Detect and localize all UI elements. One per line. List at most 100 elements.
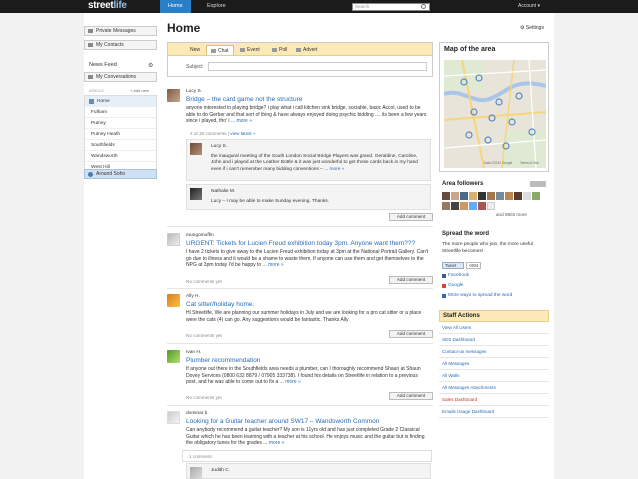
area-item-putney-heath[interactable]: Putney Heath: [85, 129, 156, 140]
more-link[interactable]: more »: [236, 118, 252, 124]
avatar[interactable]: [167, 294, 180, 307]
follower-avatar[interactable]: [496, 192, 504, 200]
view-latest-link[interactable]: view latest »: [230, 131, 255, 136]
area-item-southfields[interactable]: Southfields: [85, 140, 156, 151]
staff-ses-dashboard[interactable]: SES Dashboard: [439, 334, 549, 346]
tab-advert[interactable]: Advert: [292, 45, 321, 55]
area-item-wandsworth[interactable]: Wandsworth: [85, 151, 156, 162]
avatar[interactable]: [190, 467, 202, 479]
post-author[interactable]: Ivan H.: [186, 350, 201, 355]
follower-avatar[interactable]: [487, 192, 495, 200]
google-link[interactable]: Google: [442, 283, 463, 288]
avatar[interactable]: [190, 188, 202, 200]
spread-title: Spread the word: [442, 231, 490, 237]
follower-avatar[interactable]: [460, 202, 468, 210]
staff-contact-us-messages[interactable]: Contact-us messages: [439, 346, 549, 358]
follower-avatar[interactable]: [478, 192, 486, 200]
post-author[interactable]: Ally H.: [186, 294, 200, 299]
area-map[interactable]: Data ©2012 Google Terms of Use: [444, 60, 546, 168]
comment: Judith C.: [186, 463, 431, 479]
avatar[interactable]: [167, 89, 180, 102]
staff-view-all-users[interactable]: View All Users: [439, 322, 549, 334]
more-link[interactable]: more »: [285, 379, 301, 385]
more-followers-link[interactable]: and 5902 more: [496, 212, 527, 217]
contacts-icon: [88, 43, 93, 47]
follower-avatar[interactable]: [451, 192, 459, 200]
tab-event[interactable]: Event: [236, 45, 264, 55]
post-author[interactable]: Lucy S.: [186, 89, 202, 94]
comments-info: 2 of 39 comments | view latest »: [190, 131, 256, 136]
search-icon[interactable]: [421, 4, 426, 9]
account-menu[interactable]: Account ▾: [518, 0, 540, 13]
post-title[interactable]: URGENT: Tickets for Lucien Freud exhibit…: [186, 240, 415, 247]
post-title[interactable]: Plumber recommendation: [186, 357, 260, 364]
comment-author[interactable]: Judith C.: [211, 468, 230, 473]
map-attribution: Data ©2012 Google: [484, 161, 512, 165]
staff-all-messages-attachments[interactable]: All Messages Attachments: [439, 382, 549, 394]
private-messages-button[interactable]: Private Messages: [84, 26, 157, 36]
facebook-link[interactable]: Facebook: [442, 273, 469, 278]
avatar[interactable]: [167, 411, 180, 424]
around-soho-button[interactable]: Around Soho: [84, 169, 157, 179]
area-item-fulham[interactable]: Fulham: [85, 107, 156, 118]
compose-box: New Chat Event Poll Advert Subject: [167, 42, 433, 77]
follower-avatar[interactable]: [505, 192, 513, 200]
follower-avatar[interactable]: [487, 202, 495, 210]
tab-poll[interactable]: Poll: [268, 45, 291, 55]
tab-new[interactable]: New: [186, 45, 204, 55]
follower-avatar[interactable]: [532, 192, 540, 200]
comment-author[interactable]: Lucy S.: [211, 144, 227, 149]
post-author[interactable]: dominar b.: [186, 411, 209, 416]
follower-avatar[interactable]: [478, 202, 486, 210]
streetlife-logo[interactable]: streetlife: [88, 0, 127, 11]
more-ways-link[interactable]: More ways to spread the word: [442, 293, 512, 298]
my-contacts-button[interactable]: My Contacts: [84, 40, 157, 50]
avatar[interactable]: [167, 350, 180, 363]
add-comment-button[interactable]: Add comment: [389, 276, 433, 284]
avatar[interactable]: [167, 233, 180, 246]
more-link[interactable]: more »: [268, 262, 284, 268]
my-conversations-button[interactable]: My Conversations: [84, 72, 157, 82]
follower-avatar[interactable]: [442, 202, 450, 210]
nav-tab-explore[interactable]: Explore: [199, 0, 234, 13]
areas-label: AREAS: [89, 88, 105, 93]
post-title[interactable]: Cat sitter/holiday home.: [186, 301, 254, 308]
tab-chat[interactable]: Chat: [206, 45, 234, 55]
follower-avatar[interactable]: [469, 192, 477, 200]
more-link[interactable]: more »: [330, 167, 345, 172]
area-item-home[interactable]: Home: [85, 96, 156, 107]
add-comment-button[interactable]: Add comment: [389, 330, 433, 338]
post-title[interactable]: Bridge – the card game not the structure: [186, 96, 302, 103]
follower-avatar[interactable]: [469, 202, 477, 210]
post-title[interactable]: Looking for a Guitar teacher around SW17…: [186, 418, 379, 425]
area-item-putney[interactable]: Putney: [85, 118, 156, 129]
staff-all-walls[interactable]: All Walls: [439, 370, 549, 382]
settings-link[interactable]: ⚙ Settings: [520, 25, 544, 31]
follower-avatar[interactable]: [523, 192, 531, 200]
staff-sales-dashboard[interactable]: Sales Dashboard: [439, 394, 549, 406]
add-comment-button[interactable]: Add comment: [389, 213, 433, 221]
more-link[interactable]: more »: [269, 440, 285, 446]
followers-toggle[interactable]: [530, 181, 546, 187]
comment-author[interactable]: Nathalie M.: [211, 189, 235, 194]
tweet-button[interactable]: Tweet: [442, 262, 464, 269]
add-new-area-link[interactable]: + Add new: [130, 88, 149, 93]
staff-all-messages[interactable]: All Messages: [439, 358, 549, 370]
follower-avatar[interactable]: [460, 192, 468, 200]
comment: Lucy S. the inaugural meeting of the Sou…: [186, 139, 431, 181]
facebook-icon: [442, 274, 446, 278]
comment-body: Lucy – I may be able to make Sunday even…: [211, 199, 330, 204]
follower-avatar[interactable]: [451, 202, 459, 210]
map-terms-link[interactable]: Terms of Use: [520, 161, 539, 165]
add-comment-button[interactable]: Add comment: [389, 392, 433, 400]
gear-icon[interactable]: ⚙: [148, 62, 153, 69]
staff-emails-usage-dashboard[interactable]: Emails Usage Dashboard: [439, 406, 549, 418]
follower-avatar[interactable]: [442, 192, 450, 200]
subject-input[interactable]: [208, 62, 427, 71]
search-input[interactable]: Search: [352, 3, 430, 11]
post-author[interactable]: mungomuffin: [186, 233, 214, 238]
avatar[interactable]: [190, 143, 202, 155]
nav-tab-home[interactable]: Home: [160, 0, 191, 13]
follower-avatar[interactable]: [514, 192, 522, 200]
subject-label: Subject: [186, 64, 203, 70]
